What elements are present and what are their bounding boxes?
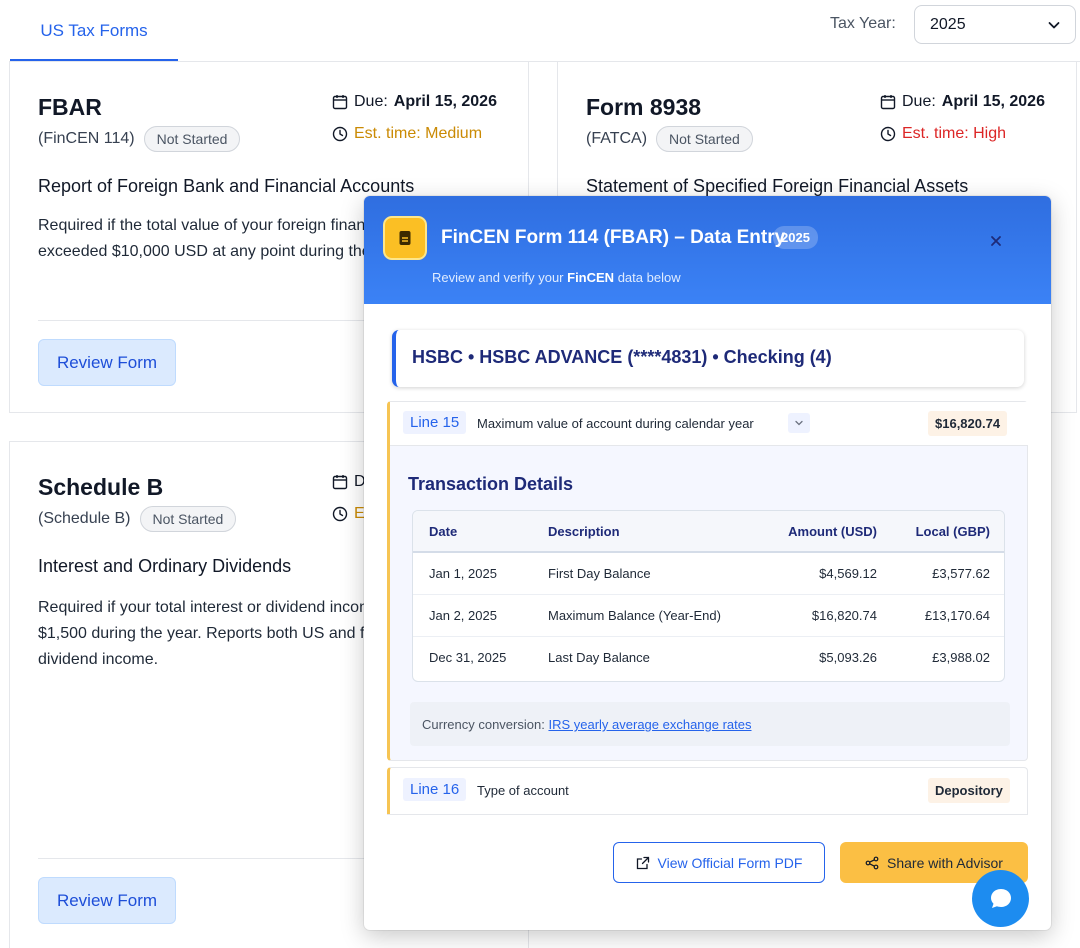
- card-subtitle: (FATCA): [586, 130, 648, 147]
- line-label: Type of account: [477, 783, 569, 798]
- card-title: Schedule B: [38, 474, 164, 500]
- conversion-prefix: Currency conversion:: [422, 717, 545, 732]
- row-gbp: £3,577.62: [932, 566, 990, 581]
- row-usd: $5,093.26: [819, 650, 877, 665]
- subtitle-bold: FinCEN: [567, 270, 615, 285]
- est-time: Est. time: Medium: [332, 125, 482, 143]
- row-description: Last Day Balance: [548, 650, 650, 665]
- card-heading: Report of Foreign Bank and Financial Acc…: [38, 176, 415, 196]
- table-row: Jan 1, 2025 First Day Balance $4,569.12 …: [413, 553, 1004, 595]
- row-usd: $16,820.74: [811, 608, 877, 623]
- pdf-button-label: View Official Form PDF: [657, 854, 803, 871]
- due-prefix: Due:: [354, 93, 388, 110]
- row-gbp: £13,170.64: [924, 608, 990, 623]
- est-time-text: Est. time: High: [902, 125, 1007, 142]
- chevron-down-icon: [1048, 22, 1060, 29]
- row-date: Dec 31, 2025: [429, 650, 507, 665]
- subtitle-prefix: Review and verify your: [432, 270, 564, 285]
- est-time: E: [332, 505, 365, 523]
- modal-footer: View Official Form PDF Share with Adviso…: [387, 814, 1028, 886]
- status-badge: Not Started: [656, 126, 753, 152]
- row-date: Jan 1, 2025: [429, 566, 497, 581]
- line-value: $16,820.74: [928, 411, 1008, 436]
- table-row: Jan 2, 2025 Maximum Balance (Year-End) $…: [413, 595, 1004, 637]
- modal-header: FinCEN Form 114 (FBAR) – Data Entry 2025…: [364, 196, 1051, 304]
- table-header: Date Description Amount (USD) Local (GBP…: [413, 511, 1004, 553]
- card-subtitle-row: (Schedule B) Not Started: [38, 506, 237, 532]
- currency-conversion-note: Currency conversion: IRS yearly average …: [410, 702, 1010, 746]
- external-link-icon: [636, 856, 649, 869]
- chat-support-button[interactable]: [972, 870, 1029, 927]
- card-subtitle: (FinCEN 114): [38, 130, 135, 147]
- line-tag: Line 16: [403, 778, 467, 801]
- column-header: Local (GBP): [915, 524, 990, 539]
- modal-title: FinCEN Form 114 (FBAR) – Data Entry: [441, 227, 786, 248]
- document-icon: [383, 216, 427, 260]
- est-time: Est. time: High: [880, 125, 1006, 143]
- tax-year-value: 2025: [930, 15, 966, 33]
- row-description: Maximum Balance (Year-End): [548, 608, 721, 623]
- clock-icon: [880, 126, 896, 142]
- line-value: Depository: [928, 778, 1010, 803]
- due-value: April 15, 2026: [941, 93, 1045, 110]
- modal-body: HSBC • HSBC ADVANCE (****4831) • Checkin…: [364, 304, 1051, 815]
- review-form-button[interactable]: Review Form: [38, 339, 176, 386]
- column-header: Description: [548, 524, 620, 539]
- card-title: FBAR: [38, 94, 102, 120]
- share-icon: [865, 856, 879, 869]
- column-header: Date: [429, 524, 458, 539]
- card-heading: Interest and Ordinary Dividends: [38, 556, 292, 576]
- account-header: HSBC • HSBC ADVANCE (****4831) • Checkin…: [392, 330, 1024, 387]
- transaction-table: Date Description Amount (USD) Local (GBP…: [412, 510, 1005, 682]
- transaction-details-heading: Transaction Details: [408, 474, 574, 494]
- review-form-button[interactable]: Review Form: [38, 877, 176, 924]
- column-header: Amount (USD): [788, 524, 877, 539]
- card-subtitle: (Schedule B): [38, 510, 131, 527]
- fbar-data-entry-modal: FinCEN Form 114 (FBAR) – Data Entry 2025…: [364, 196, 1051, 930]
- row-date: Jan 2, 2025: [429, 608, 497, 623]
- due-value: April 15, 2026: [393, 93, 497, 110]
- card-subtitle-row: (FATCA) Not Started: [586, 126, 753, 152]
- modal-subtitle: Review and verify your FinCEN data below: [432, 270, 681, 285]
- line-label: Maximum value of account during calendar…: [477, 416, 754, 431]
- expand-chevron-icon[interactable]: [788, 413, 810, 433]
- status-badge: Not Started: [143, 126, 241, 152]
- card-title: Form 8938: [586, 94, 702, 120]
- tax-year-select[interactable]: 2025: [914, 5, 1076, 44]
- tax-year-label: Tax Year:: [830, 15, 896, 32]
- share-button-label: Share with Advisor: [887, 854, 1003, 871]
- status-badge: Not Started: [139, 506, 237, 532]
- due-prefix: Due:: [902, 93, 936, 110]
- line-tag: Line 15: [403, 411, 467, 434]
- view-official-pdf-button[interactable]: View Official Form PDF: [613, 842, 825, 883]
- chat-bubble-icon: [990, 888, 1011, 908]
- line-16-row[interactable]: Line 16 Type of account Depository: [387, 767, 1028, 815]
- calendar-icon: [332, 95, 348, 110]
- table-row: Dec 31, 2025 Last Day Balance $5,093.26 …: [413, 637, 1004, 679]
- clock-icon: [332, 506, 348, 522]
- row-description: First Day Balance: [548, 566, 651, 581]
- line-15-row[interactable]: Line 15 Maximum value of account during …: [390, 402, 1028, 446]
- subtitle-suffix: data below: [617, 270, 681, 285]
- card-heading: Statement of Specified Foreign Financial…: [586, 176, 969, 196]
- account-title: HSBC • HSBC ADVANCE (****4831) • Checkin…: [412, 347, 832, 367]
- est-time-text: Est. time: Medium: [354, 125, 483, 142]
- line-15-section: Line 15 Maximum value of account during …: [387, 401, 1028, 761]
- row-usd: $4,569.12: [819, 566, 877, 581]
- due-date: D: [332, 473, 366, 491]
- year-badge: 2025: [773, 226, 818, 249]
- close-icon[interactable]: [987, 232, 1005, 250]
- clock-icon: [332, 126, 348, 142]
- calendar-icon: [880, 95, 896, 110]
- card-subtitle-row: (FinCEN 114) Not Started: [38, 126, 241, 152]
- due-date: Due: April 15, 2026: [880, 93, 1045, 111]
- tab-us-tax-forms[interactable]: US Tax Forms: [10, 0, 178, 62]
- due-date: Due: April 15, 2026: [332, 93, 497, 111]
- row-gbp: £3,988.02: [932, 650, 990, 665]
- exchange-rates-link[interactable]: IRS yearly average exchange rates: [548, 717, 751, 732]
- calendar-icon: [332, 475, 348, 490]
